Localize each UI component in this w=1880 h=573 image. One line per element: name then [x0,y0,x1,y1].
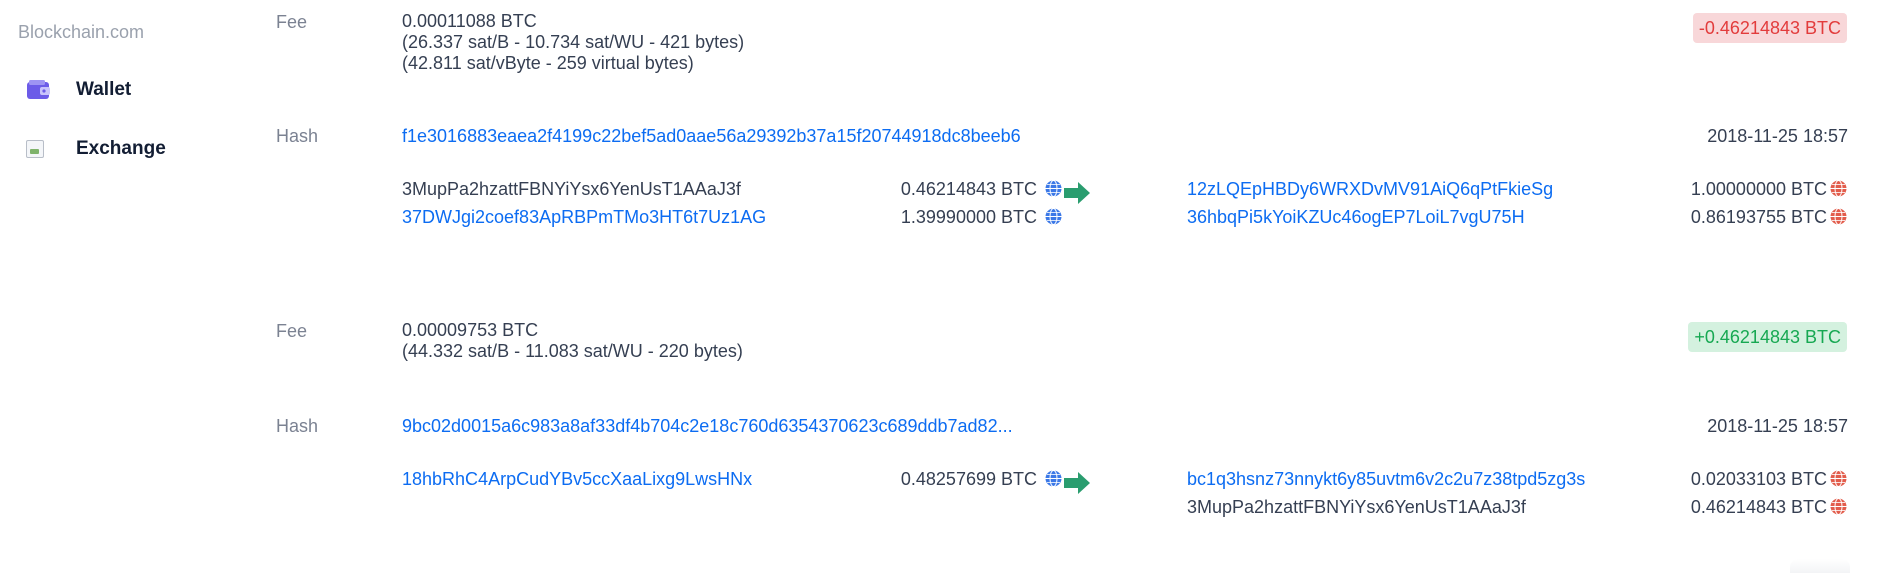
input-address: 3MupPa2hzattFBNYiYsx6YenUsT1AAaJ3f [402,179,741,199]
fee-value: 0.00011088 BTC (26.337 sat/B - 10.734 sa… [402,11,744,74]
globe-unspent-icon[interactable] [1830,498,1847,515]
chat-widget-edge[interactable] [1790,559,1850,573]
fee-amount: 0.00011088 BTC [402,11,537,31]
hash-label: Hash [276,416,319,436]
transaction-hash-link[interactable]: f1e3016883eaea2f4199c22bef5ad0aae56a2939… [402,126,1021,147]
output-address-link[interactable]: 12zLQEpHBDy6WRXDvMV91AiQ6qPtFkieSg [1187,179,1553,200]
fee-value: 0.00009753 BTC (44.332 sat/B - 11.083 sa… [402,320,743,362]
input-amount: 1.39990000 BTC [900,207,1037,227]
fee-detail: (44.332 sat/B - 11.083 sat/WU - 220 byte… [402,341,743,361]
globe-unspent-icon[interactable] [1830,208,1847,225]
transaction-timestamp: 2018-11-25 18:57 [1707,416,1848,436]
output-amount: 0.02033103 BTC [1690,469,1827,489]
input-address-link[interactable]: 18hbRhC4ArpCudYBv5ccXaaLixg9LwsHNx [402,469,752,490]
transaction-list: Fee 0.00011088 BTC (26.337 sat/B - 10.73… [0,0,1880,573]
arrow-right-icon [1062,180,1092,206]
output-amount: 0.86193755 BTC [1690,207,1827,227]
globe-spent-icon[interactable] [1045,470,1062,487]
globe-spent-icon[interactable] [1045,180,1062,197]
output-address-link[interactable]: bc1q3hsnz73nnykt6y85uvtm6v2c2u7z38tpd5zg… [1187,469,1585,490]
amount-badge-negative: -0.46214843 BTC [1692,13,1847,43]
amount-badge-positive: +0.46214843 BTC [1688,322,1847,352]
fee-detail-vbyte: (42.811 sat/vByte - 259 virtual bytes) [402,53,694,73]
fee-label: Fee [276,12,308,32]
globe-spent-icon[interactable] [1045,208,1062,225]
globe-unspent-icon[interactable] [1830,470,1847,487]
globe-unspent-icon[interactable] [1830,180,1847,197]
fee-label: Fee [276,321,308,341]
output-address-link[interactable]: 36hbqPi5kYoiKZUc46ogEP7LoiL7vgU75H [1187,207,1525,228]
transaction-hash-link[interactable]: 9bc02d0015a6c983a8af33df4b704c2e18c760d6… [402,416,1013,437]
output-amount: 1.00000000 BTC [1690,179,1827,199]
input-address-link[interactable]: 37DWJgi2coef83ApRBPmTMo3HT6t7Uz1AG [402,207,766,228]
output-address: 3MupPa2hzattFBNYiYsx6YenUsT1AAaJ3f [1187,497,1526,517]
arrow-right-icon [1062,470,1092,496]
output-amount: 0.46214843 BTC [1690,497,1827,517]
hash-label: Hash [276,126,319,146]
transaction-timestamp: 2018-11-25 18:57 [1707,126,1848,146]
input-amount: 0.46214843 BTC [900,179,1037,199]
input-amount: 0.48257699 BTC [900,469,1037,489]
fee-amount: 0.00009753 BTC [402,320,539,340]
fee-detail: (26.337 sat/B - 10.734 sat/WU - 421 byte… [402,32,745,52]
